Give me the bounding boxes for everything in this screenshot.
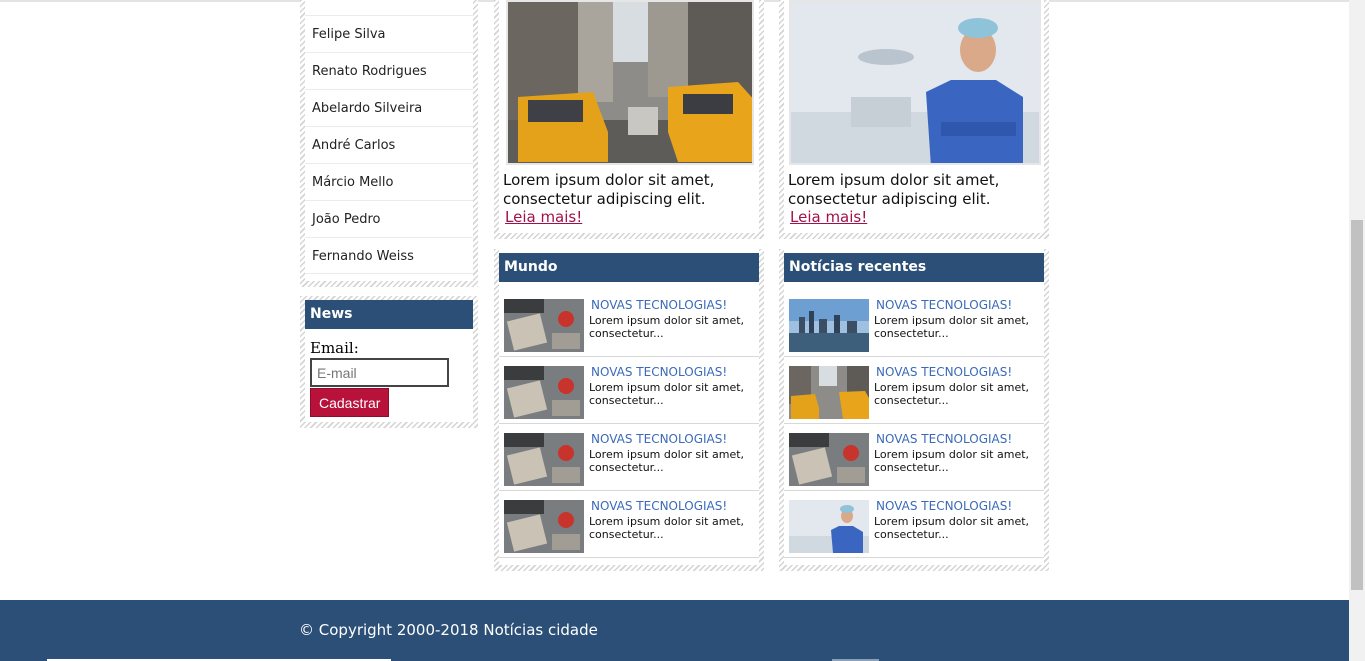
news-headline[interactable]: NOVAS TECNOLOGIAS! xyxy=(591,298,727,312)
news-item[interactable]: NOVAS TECNOLOGIAS! Lorem ipsum dolor sit… xyxy=(784,424,1044,491)
featured-card: Lorem ipsum dolor sit amet, consectetur … xyxy=(779,0,1049,239)
news-headline[interactable]: NOVAS TECNOLOGIAS! xyxy=(876,298,1012,312)
read-more-link[interactable]: Leia mais! xyxy=(790,208,867,226)
news-item[interactable]: NOVAS TECNOLOGIAS! Lorem ipsum dolor sit… xyxy=(499,491,759,558)
email-label: Email: xyxy=(310,339,359,357)
newsletter-box: News Email: Cadastrar xyxy=(300,296,478,428)
doctor-photo xyxy=(791,2,1039,163)
news-description: Lorem ipsum dolor sit amet, consectetur.… xyxy=(589,381,745,407)
news-thumbnail xyxy=(504,500,584,553)
news-item[interactable]: NOVAS TECNOLOGIAS! Lorem ipsum dolor sit… xyxy=(784,290,1044,357)
news-thumbnail xyxy=(504,366,584,419)
news-headline[interactable]: NOVAS TECNOLOGIAS! xyxy=(876,499,1012,513)
news-description: Lorem ipsum dolor sit amet, consectetur.… xyxy=(874,515,1030,541)
news-thumbnail xyxy=(789,433,869,486)
subscribe-button[interactable]: Cadastrar xyxy=(310,388,390,417)
author-link[interactable]: Márcio Mello xyxy=(305,163,473,200)
featured-image-taxi[interactable] xyxy=(506,0,754,165)
news-headline[interactable]: NOVAS TECNOLOGIAS! xyxy=(876,365,1012,379)
doctor-photo xyxy=(789,500,869,553)
news-headline[interactable]: NOVAS TECNOLOGIAS! xyxy=(591,499,727,513)
news-description: Lorem ipsum dolor sit amet, consectetur.… xyxy=(874,381,1030,407)
footer: © Copyright 2000-2018 Notícias cidade xyxy=(0,600,1349,661)
vertical-scrollbar[interactable] xyxy=(1349,0,1365,661)
news-thumbnail xyxy=(504,299,584,352)
news-description: Lorem ipsum dolor sit amet, consectetur.… xyxy=(589,515,745,541)
desk-photo xyxy=(504,433,584,486)
mundo-title: Mundo xyxy=(499,253,759,282)
news-headline[interactable]: NOVAS TECNOLOGIAS! xyxy=(591,432,727,446)
news-headline[interactable]: NOVAS TECNOLOGIAS! xyxy=(591,365,727,379)
desk-photo xyxy=(504,366,584,419)
author-link[interactable]: André Carlos xyxy=(305,126,473,163)
read-more-link[interactable]: Leia mais! xyxy=(505,208,582,226)
desk-photo xyxy=(504,299,584,352)
featured-image-doctor[interactable] xyxy=(789,0,1041,165)
desk-photo xyxy=(789,433,869,486)
newsletter-form: Email: Cadastrar xyxy=(305,329,473,417)
taxi-photo xyxy=(789,366,869,419)
recent-news-list: NOVAS TECNOLOGIAS! Lorem ipsum dolor sit… xyxy=(784,290,1044,558)
author-link[interactable]: Felipe Silva xyxy=(305,15,473,52)
news-thumbnail xyxy=(789,500,869,553)
copyright-text: © Copyright 2000-2018 Notícias cidade xyxy=(299,621,598,639)
author-link[interactable]: Fernando Weiss xyxy=(305,237,473,274)
news-description: Lorem ipsum dolor sit amet, consectetur.… xyxy=(589,314,745,340)
author-link[interactable]: João Pedro xyxy=(305,200,473,237)
desk-photo xyxy=(504,500,584,553)
news-item[interactable]: NOVAS TECNOLOGIAS! Lorem ipsum dolor sit… xyxy=(499,290,759,357)
news-item[interactable]: NOVAS TECNOLOGIAS! Lorem ipsum dolor sit… xyxy=(784,491,1044,558)
newsletter-title: News xyxy=(305,300,473,329)
news-description: Lorem ipsum dolor sit amet, consectetur.… xyxy=(589,448,745,474)
taxi-street-photo xyxy=(508,2,752,163)
news-description: Lorem ipsum dolor sit amet, consectetur.… xyxy=(874,448,1030,474)
featured-card: Lorem ipsum dolor sit amet, consectetur … xyxy=(494,0,764,239)
news-item[interactable]: NOVAS TECNOLOGIAS! Lorem ipsum dolor sit… xyxy=(499,424,759,491)
news-thumbnail xyxy=(504,433,584,486)
news-description: Lorem ipsum dolor sit amet, consectetur.… xyxy=(874,314,1030,340)
recent-news-section: Notícias recentes NOVAS TECNOLOGIAS! Lor… xyxy=(779,249,1049,571)
authors-list: Felipe Silva Renato Rodrigues Abelardo S… xyxy=(305,0,473,274)
news-thumbnail xyxy=(789,366,869,419)
news-item[interactable]: NOVAS TECNOLOGIAS! Lorem ipsum dolor sit… xyxy=(784,357,1044,424)
author-link[interactable]: Renato Rodrigues xyxy=(305,52,473,89)
email-field[interactable] xyxy=(310,358,449,387)
scrollbar-thumb[interactable] xyxy=(1351,220,1363,590)
mundo-section: Mundo NOVAS TECNOLOGIAS! Lorem ipsum dol… xyxy=(494,249,764,571)
featured-text: Lorem ipsum dolor sit amet, consectetur … xyxy=(788,171,1000,208)
authors-box: Felipe Silva Renato Rodrigues Abelardo S… xyxy=(300,0,478,287)
news-thumbnail xyxy=(789,299,869,352)
news-item[interactable]: NOVAS TECNOLOGIAS! Lorem ipsum dolor sit… xyxy=(499,357,759,424)
news-headline[interactable]: NOVAS TECNOLOGIAS! xyxy=(876,432,1012,446)
mundo-news-list: NOVAS TECNOLOGIAS! Lorem ipsum dolor sit… xyxy=(499,290,759,558)
recent-news-title: Notícias recentes xyxy=(784,253,1044,282)
skyline-photo xyxy=(789,299,869,352)
author-link[interactable]: Abelardo Silveira xyxy=(305,89,473,126)
featured-text: Lorem ipsum dolor sit amet, consectetur … xyxy=(503,171,715,208)
